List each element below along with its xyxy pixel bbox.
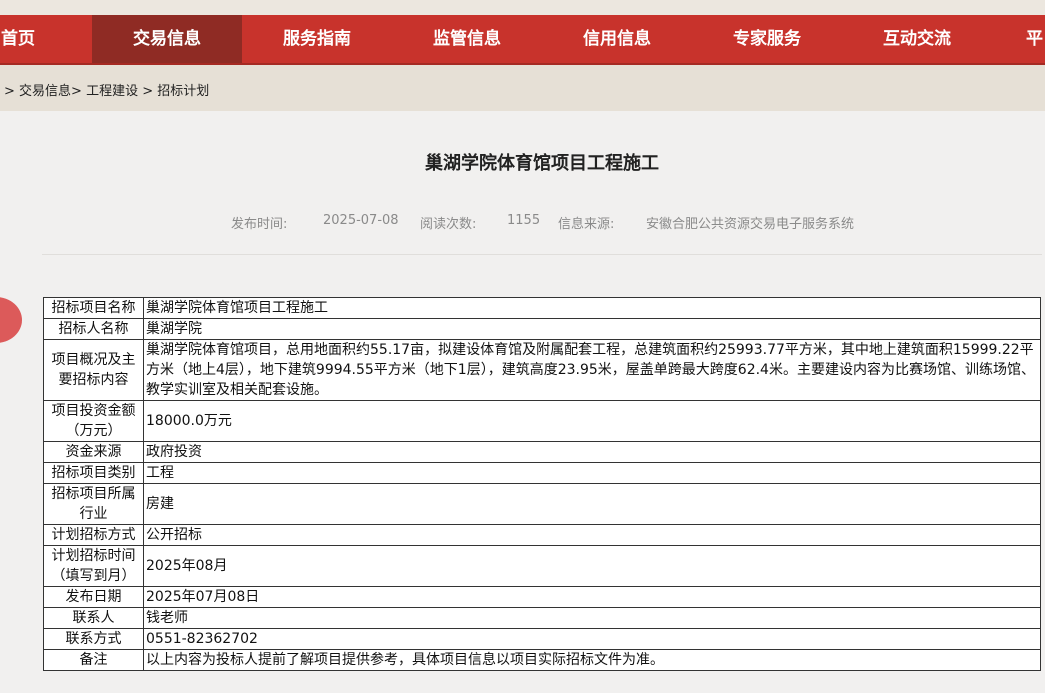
table-row: 招标项目名称 巢湖学院体育馆项目工程施工: [43, 297, 1041, 319]
table-row: 计划招标时间（填写到月） 2025年08月: [43, 545, 1041, 587]
row-label-contact-phone: 联系方式: [43, 628, 144, 650]
row-value-industry: 房建: [143, 483, 1041, 525]
table-row: 计划招标方式 公开招标: [43, 524, 1041, 546]
row-label-bid-method: 计划招标方式: [43, 524, 144, 546]
nav-item-expert-service[interactable]: 专家服务: [692, 15, 842, 63]
table-row: 联系人 钱老师: [43, 607, 1041, 629]
table-row: 招标人名称 巢湖学院: [43, 318, 1041, 340]
publish-time-value: 2025-07-08: [323, 213, 399, 228]
row-label-remarks: 备注: [43, 649, 144, 671]
top-strip: [0, 0, 1045, 15]
article-content: 巢湖学院体育馆项目工程施工 发布时间: 2025-07-08 阅读次数: 115…: [0, 111, 1045, 693]
row-value-tenderer: 巢湖学院: [143, 318, 1041, 340]
breadcrumb-item-engineering[interactable]: 工程建设: [86, 84, 138, 99]
row-label-contact-person: 联系人: [43, 607, 144, 629]
nav-item-service-guide[interactable]: 服务指南: [242, 15, 392, 63]
nav-item-trade-info[interactable]: 交易信息: [92, 15, 242, 63]
row-value-project-name: 巢湖学院体育馆项目工程施工: [143, 297, 1041, 319]
floating-side-button[interactable]: [0, 297, 22, 343]
row-label-overview: 项目概况及主要招标内容: [43, 339, 144, 401]
row-value-category: 工程: [143, 462, 1041, 484]
table-row: 资金来源 政府投资: [43, 441, 1041, 463]
breadcrumb-item-bid-plan[interactable]: > 招标计划: [142, 84, 209, 99]
row-value-remarks: 以上内容为投标人提前了解项目提供参考，具体项目信息以项目实际招标文件为准。: [143, 649, 1041, 671]
row-value-bid-time: 2025年08月: [143, 545, 1041, 587]
row-value-overview: 巢湖学院体育馆项目，总用地面积约55.17亩，拟建设体育馆及附属配套工程，总建筑…: [143, 339, 1041, 401]
row-label-tenderer: 招标人名称: [43, 318, 144, 340]
row-value-contact-person: 钱老师: [143, 607, 1041, 629]
table-row: 项目投资金额（万元） 18000.0万元: [43, 400, 1041, 442]
info-source-label: 信息来源:: [558, 217, 615, 232]
row-label-project-name: 招标项目名称: [43, 297, 144, 319]
page-title: 巢湖学院体育馆项目工程施工: [425, 153, 659, 174]
nav-item-credit-info[interactable]: 信用信息: [542, 15, 692, 63]
nav-item-supervision-info[interactable]: 监管信息: [392, 15, 542, 63]
row-value-investment: 18000.0万元: [143, 400, 1041, 442]
table-row: 招标项目类别 工程: [43, 462, 1041, 484]
row-label-industry: 招标项目所属行业: [43, 483, 144, 525]
breadcrumb-item-trade-info[interactable]: > 交易信息>: [4, 84, 82, 99]
table-row: 项目概况及主要招标内容 巢湖学院体育馆项目，总用地面积约55.17亩，拟建设体育…: [43, 339, 1041, 401]
table-row: 联系方式 0551-82362702: [43, 628, 1041, 650]
breadcrumb-bar: > 交易信息> 工程建设 > 招标计划: [0, 65, 1045, 111]
row-value-publish-date: 2025年07月08日: [143, 586, 1041, 608]
read-count-value: 1155: [507, 213, 541, 228]
row-label-investment: 项目投资金额（万元）: [43, 400, 144, 442]
nav-item-interaction[interactable]: 互动交流: [842, 15, 992, 63]
row-label-fund-source: 资金来源: [43, 441, 144, 463]
nav-item-platform-partial[interactable]: 平: [1026, 15, 1045, 63]
read-count-label: 阅读次数:: [420, 217, 477, 232]
main-nav: 首页 交易信息 服务指南 监管信息 信用信息 专家服务 互动交流 平: [0, 15, 1045, 65]
row-value-fund-source: 政府投资: [143, 441, 1041, 463]
bid-plan-table: 招标项目名称 巢湖学院体育馆项目工程施工 招标人名称 巢湖学院 项目概况及主要招…: [43, 297, 1041, 671]
divider: [42, 254, 1042, 255]
publish-time-label: 发布时间:: [231, 217, 288, 232]
row-label-publish-date: 发布日期: [43, 586, 144, 608]
info-source-value: 安徽合肥公共资源交易电子服务系统: [646, 217, 855, 232]
table-row: 招标项目所属行业 房建: [43, 483, 1041, 525]
nav-item-home[interactable]: 首页: [0, 15, 40, 63]
table-row: 备注 以上内容为投标人提前了解项目提供参考，具体项目信息以项目实际招标文件为准。: [43, 649, 1041, 671]
row-label-bid-time: 计划招标时间（填写到月）: [43, 545, 144, 587]
breadcrumb: > 交易信息> 工程建设 > 招标计划: [4, 80, 209, 99]
row-label-category: 招标项目类别: [43, 462, 144, 484]
row-value-contact-phone: 0551-82362702: [143, 628, 1041, 650]
table-row: 发布日期 2025年07月08日: [43, 586, 1041, 608]
row-value-bid-method: 公开招标: [143, 524, 1041, 546]
